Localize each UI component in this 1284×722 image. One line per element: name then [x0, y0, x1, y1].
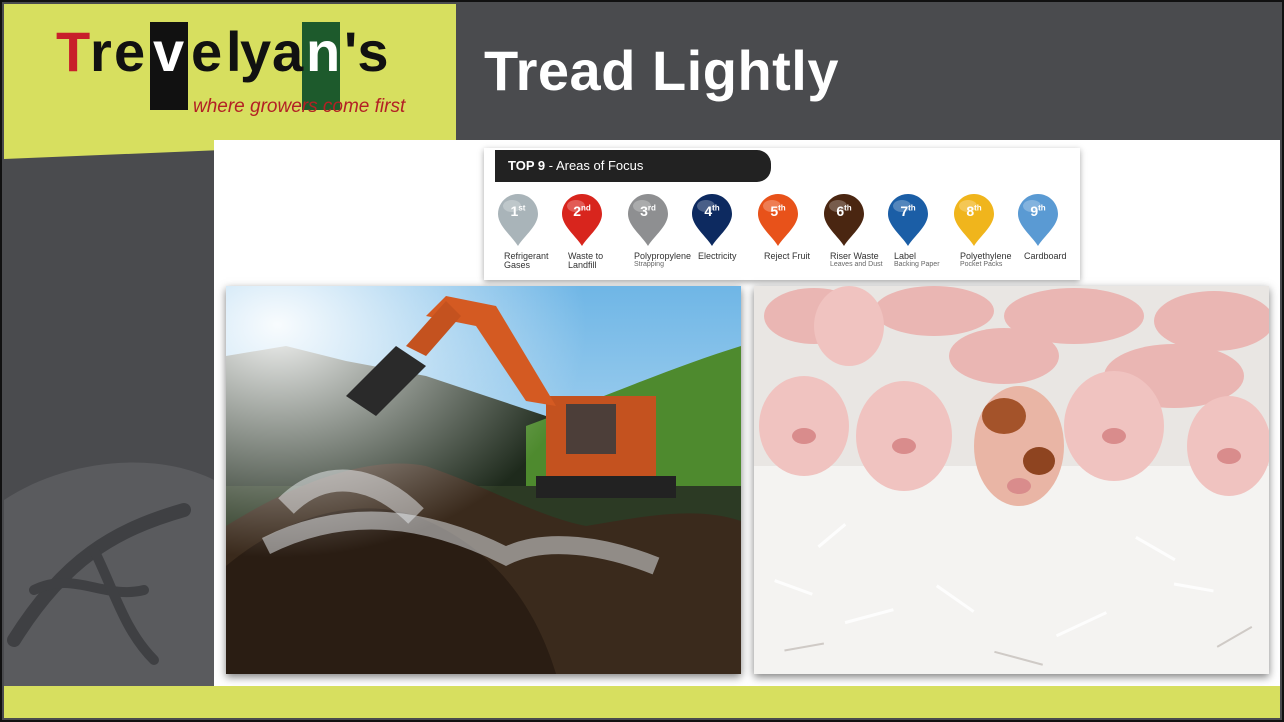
focus-pin-rank-suffix: th: [712, 203, 720, 213]
focus-pin-rank-number: 4: [704, 203, 713, 219]
piglets-photo-image: [754, 286, 1269, 674]
focus-heading-bold: TOP 9: [508, 158, 546, 173]
focus-pin-rank-number: 6: [836, 203, 845, 219]
focus-pin-rank-number: 8: [966, 203, 975, 219]
focus-item-subtitle: Strapping: [634, 261, 664, 269]
logo-letter: 's: [344, 20, 389, 83]
logo-letter: T: [56, 20, 91, 83]
focus-item-title: Polypropylene: [634, 251, 692, 261]
slide: T r e v e l y a n 's where growers come …: [0, 0, 1284, 722]
focus-pin-rank-number: 3: [640, 203, 648, 219]
focus-item-title: Reject Fruit: [764, 251, 811, 261]
logo-letter: a: [272, 20, 304, 83]
focus-pin-icon: 5th: [756, 192, 800, 248]
focus-pin-rank: 1st: [496, 203, 540, 219]
bottom-bar: [4, 686, 1280, 718]
focus-item-title: Riser Waste: [830, 251, 879, 261]
focus-item-title: Label: [894, 251, 917, 261]
focus-pin-rank: 4th: [690, 203, 734, 219]
focus-pin-rank: 2nd: [560, 203, 604, 219]
focus-pin-icon: 7th: [886, 192, 930, 248]
focus-pin-rank-suffix: th: [778, 203, 786, 213]
focus-pin-rank-suffix: st: [518, 203, 526, 213]
focus-pin-rank-suffix: th: [1038, 203, 1046, 213]
focus-pin-rank-number: 5: [770, 203, 779, 219]
focus-pin-rank-suffix: rd: [647, 203, 656, 213]
logo-tagline: where growers come first: [193, 96, 406, 117]
focus-item-title: Electricity: [698, 251, 737, 261]
logo-letter: y: [240, 20, 272, 83]
focus-pin-icon: 1st: [496, 192, 540, 248]
focus-pin-icon: 4th: [690, 192, 734, 248]
focus-pin-rank-suffix: th: [908, 203, 916, 213]
focus-panel-heading: TOP 9 - Areas of Focus: [495, 150, 771, 182]
focus-item-subtitle: Pocket Packs: [960, 261, 1003, 269]
focus-pin-rank: 6th: [822, 203, 866, 219]
slide-title: Tread Lightly: [484, 39, 839, 102]
focus-item-title: Polyethylene: [960, 251, 1012, 261]
focus-pin-icon: 8th: [952, 192, 996, 248]
focus-pin-icon: 2nd: [560, 192, 604, 248]
focus-pin-rank: 8th: [952, 203, 996, 219]
logo-letter: n: [306, 20, 341, 83]
focus-heading-rest: - Areas of Focus: [545, 158, 644, 173]
logo-letter: e: [191, 20, 223, 83]
logo-letter: r: [90, 20, 112, 83]
focus-pin-rank-number: 2: [573, 203, 581, 219]
focus-item-title: Cardboard: [1024, 251, 1067, 261]
excavator-photo: [226, 286, 741, 674]
logo-letter: e: [114, 20, 146, 83]
focus-pin-rank: 5th: [756, 203, 800, 219]
focus-pin-icon: 6th: [822, 192, 866, 248]
focus-pin-rank-suffix: th: [844, 203, 852, 213]
decorative-leaf-graphic: [4, 462, 214, 686]
focus-pin-rank: 3rd: [626, 203, 670, 219]
logo-letter: v: [153, 20, 185, 83]
focus-item-label: Cardboard: [1024, 251, 1104, 261]
focus-pin-icon: 9th: [1016, 192, 1060, 248]
piglets-photo: [754, 286, 1269, 674]
focus-pin-icon: 3rd: [626, 192, 670, 248]
focus-item-title: Waste to Landfill: [568, 251, 604, 271]
focus-item-title: Refrigerant Gases: [504, 251, 549, 271]
excavator-photo-image: [226, 286, 741, 674]
focus-pin-rank: 9th: [1016, 203, 1060, 219]
focus-pin-rank: 7th: [886, 203, 930, 219]
focus-pin-rank-suffix: nd: [581, 203, 591, 213]
focus-pin-rank-number: 9: [1030, 203, 1039, 219]
focus-pin-rank-number: 7: [900, 203, 909, 219]
focus-pin-rank-suffix: th: [974, 203, 982, 213]
